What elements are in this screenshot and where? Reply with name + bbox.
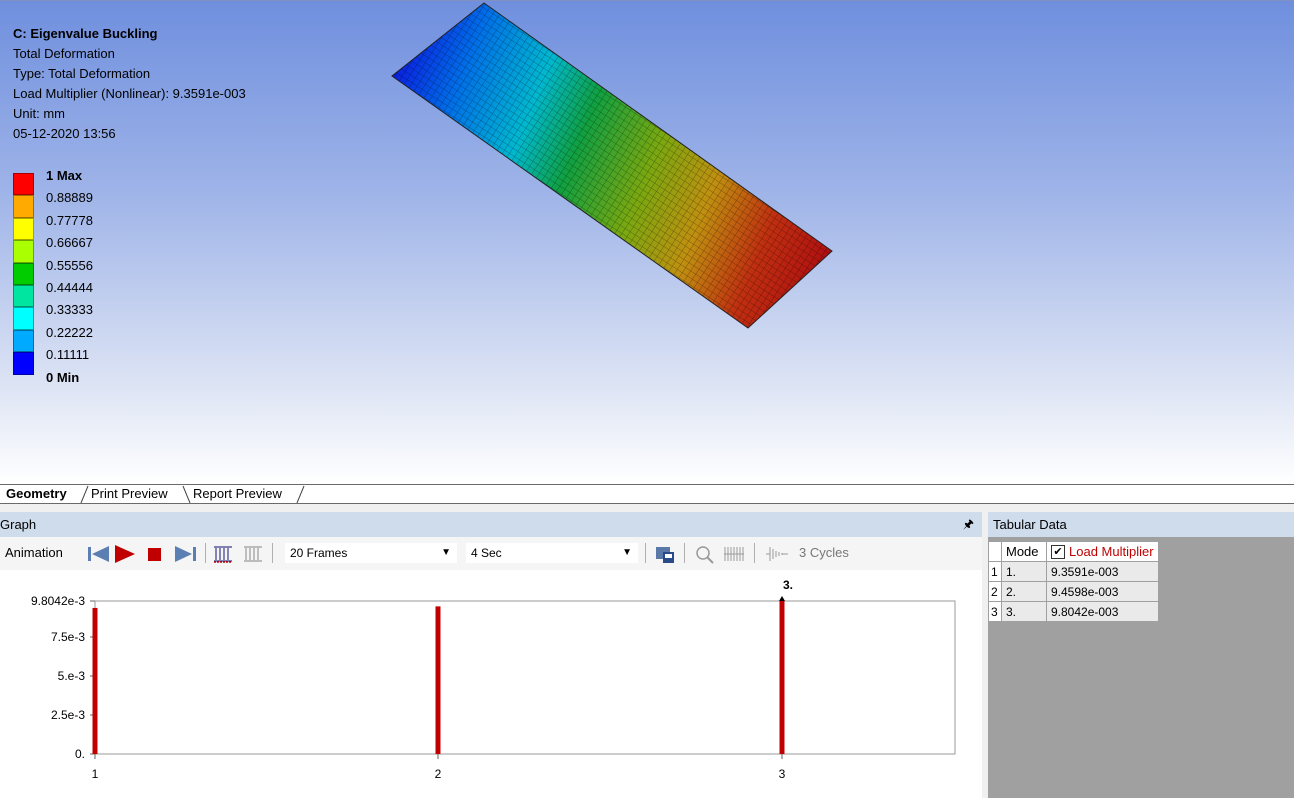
checkbox-icon[interactable]: ✔ — [1051, 545, 1065, 560]
play-icon[interactable] — [113, 544, 137, 564]
load-multiplier-header-label: Load Multiplier — [1069, 543, 1154, 559]
row-index: 1 — [988, 561, 1002, 582]
mode-cell[interactable]: 3. — [1001, 601, 1047, 622]
legend-color-swatch — [13, 217, 34, 241]
chevron-down-icon: ▼ — [622, 547, 632, 558]
frames-dropdown[interactable]: 20 Frames ▼ — [285, 543, 457, 563]
legend-color-swatch — [13, 352, 34, 375]
y-tick-label: 7.5e-3 — [51, 630, 85, 644]
x-axis: 1 2 3 — [92, 754, 786, 781]
tab-geometry[interactable]: Geometry — [0, 485, 73, 503]
legend-color-swatch — [13, 284, 34, 308]
row-index: 2 — [988, 581, 1002, 602]
toolbar-separator — [645, 543, 646, 563]
legend-value-label: 0.88889 — [46, 190, 93, 206]
toolbar-separator — [205, 543, 206, 563]
legend-value-label: 0 Min — [46, 369, 80, 385]
unit-text: Unit: mm — [13, 106, 65, 121]
table-row[interactable]: 3 3. 9.8042e-003 — [988, 601, 1159, 622]
load-multiplier-bar-chart[interactable]: 9.8042e-3 7.5e-3 5.e-3 2.5e-3 0. 1 2 3 3. — [0, 570, 982, 798]
tabular-data-panel: Tabular Data Mode ✔ Load Multiplier 1 1. 9.… — [988, 512, 1294, 798]
toolbar-separator — [754, 543, 755, 563]
legend-color-swatch — [13, 307, 34, 330]
legend-value-label: 1 Max — [46, 168, 83, 183]
zoom-icon[interactable] — [694, 544, 716, 564]
table-header-row: Mode ✔ Load Multiplier — [988, 541, 1159, 562]
toolbar-separator — [272, 543, 273, 563]
duration-value: 4 Sec — [471, 546, 502, 560]
frames-value: 20 Frames — [290, 546, 348, 560]
y-axis: 9.8042e-3 7.5e-3 5.e-3 2.5e-3 0. — [31, 594, 95, 761]
previous-frame-icon[interactable] — [85, 544, 111, 564]
bar — [435, 606, 441, 754]
x-tick-label: 3 — [779, 767, 786, 781]
legend-value-label: 0.11111 — [46, 347, 90, 363]
bar — [779, 601, 785, 754]
tabular-data-title: Tabular Data — [988, 512, 1294, 537]
table-row[interactable]: 2 2. 9.4598e-003 — [988, 581, 1159, 602]
legend-value-label: 0.22222 — [46, 324, 93, 340]
legend-color-swatch — [13, 262, 34, 285]
result-info-block: C: Eigenvalue Buckling Total Deformation… — [13, 24, 246, 144]
legend-value-label: 0.66667 — [46, 235, 93, 251]
view-tab-strip: Geometry Print Preview Report Preview — [0, 484, 1294, 504]
result-sets-icon[interactable] — [242, 544, 264, 564]
mode-cell[interactable]: 2. — [1001, 581, 1047, 602]
legend-value-label: 0.33333 — [46, 302, 93, 318]
graph-panel-header: Graph 🖈 — [0, 512, 982, 537]
timestamp-text: 05-12-2020 13:56 — [13, 126, 116, 141]
table-row[interactable]: 1 1. 9.3591e-003 — [988, 561, 1159, 582]
y-tick-label: 2.5e-3 — [51, 708, 85, 722]
load-multiplier-text: Load Multiplier (Nonlinear): 9.3591e-003 — [13, 86, 246, 101]
graphics-viewport[interactable]: C: Eigenvalue Buckling Total Deformation… — [0, 0, 1294, 484]
selected-marker-icon — [779, 596, 785, 601]
x-tick-label: 2 — [435, 767, 442, 781]
legend-color-swatch — [13, 195, 34, 218]
legend-color-swatch — [13, 173, 34, 196]
result-name: Total Deformation — [13, 46, 115, 61]
mode-cell[interactable]: 1. — [1001, 561, 1047, 582]
load-multiplier-cell[interactable]: 9.8042e-003 — [1046, 601, 1159, 622]
tab-divider — [296, 485, 305, 503]
legend-value-label: 0.44444 — [46, 279, 93, 295]
column-header-load-multiplier[interactable]: ✔ Load Multiplier — [1046, 541, 1159, 562]
y-tick-label: 5.e-3 — [58, 669, 86, 683]
legend-color-swatch — [13, 329, 34, 353]
stop-icon[interactable] — [145, 544, 165, 564]
analysis-title: C: Eigenvalue Buckling — [13, 26, 158, 41]
plot-area — [94, 600, 956, 755]
cycles-label: 3 Cycles — [799, 545, 849, 560]
cycles-icon[interactable] — [764, 544, 790, 564]
load-multiplier-cell[interactable]: 9.3591e-003 — [1046, 561, 1159, 582]
legend-value-label: 0.55556 — [46, 257, 93, 273]
legend-value-label: 0.77778 — [46, 212, 93, 228]
tab-print-preview[interactable]: Print Preview — [85, 485, 174, 503]
y-tick-label: 9.8042e-3 — [31, 594, 85, 608]
selected-bar-label: 3. — [783, 578, 793, 592]
next-frame-icon[interactable] — [173, 544, 199, 564]
frame-grid-icon[interactable] — [722, 544, 746, 564]
animation-toolbar: Animation 20 Frames ▼ 4 Sec ▼ 3 Cycles — [0, 537, 982, 570]
legend-labels: 1 Max 0.88889 0.77778 0.66667 0.55556 0.44444… — [46, 165, 93, 389]
legend-color-bar — [13, 173, 34, 375]
result-type: Type: Total Deformation — [13, 66, 151, 81]
y-tick-label: 0. — [75, 747, 85, 761]
bar — [92, 607, 98, 754]
tabular-data-table[interactable]: Mode ✔ Load Multiplier 1 1. 9.3591e-003 2 2. 9… — [988, 541, 1159, 622]
tab-report-preview[interactable]: Report Preview — [187, 485, 288, 503]
legend-color-swatch — [13, 240, 34, 263]
row-index: 3 — [988, 601, 1002, 622]
duration-dropdown[interactable]: 4 Sec ▼ — [466, 543, 638, 563]
pin-icon[interactable]: 🖈 — [963, 512, 974, 537]
graph-panel-title: Graph — [0, 517, 37, 532]
chevron-down-icon: ▼ — [441, 547, 451, 558]
toolbar-separator — [684, 543, 685, 563]
load-multiplier-cell[interactable]: 9.4598e-003 — [1046, 581, 1159, 602]
x-tick-label: 1 — [92, 767, 99, 781]
animation-label: Animation — [5, 545, 63, 560]
column-header-mode[interactable]: Mode — [1001, 541, 1047, 562]
distributed-frames-icon[interactable] — [212, 544, 234, 564]
row-index-header — [988, 541, 1002, 562]
export-video-icon[interactable] — [654, 543, 676, 565]
